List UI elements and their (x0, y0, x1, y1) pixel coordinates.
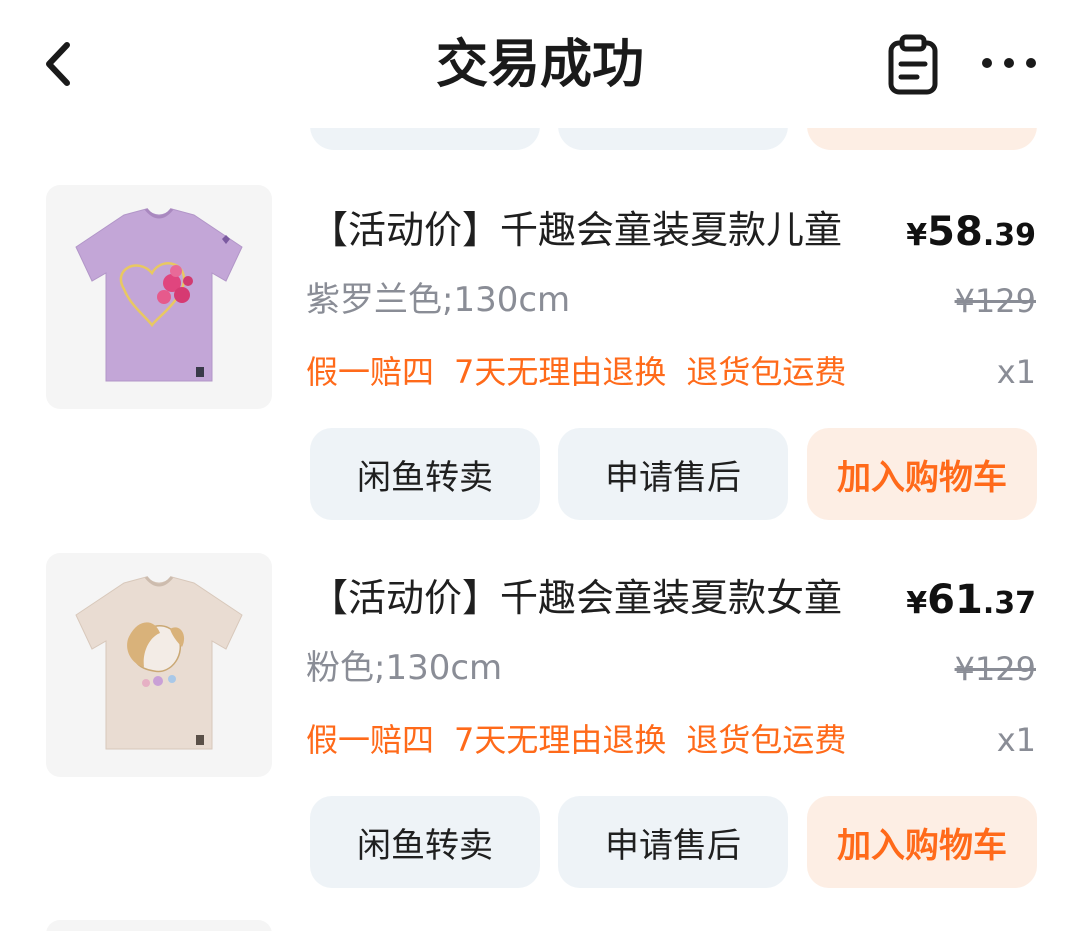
product-price: ¥58.39 (906, 207, 1036, 265)
product-image[interactable] (46, 553, 272, 777)
price-integer: 58 (927, 209, 983, 255)
after-sales-button[interactable]: 申请售后 (558, 796, 788, 888)
after-sales-button[interactable]: 申请售后 (558, 428, 788, 520)
price-currency: ¥ (906, 218, 928, 253)
service-tag: 假一赔四 (306, 353, 435, 391)
next-item-image[interactable] (46, 920, 272, 931)
service-tags: 假一赔四 7天无理由退换 退货包运费 (306, 717, 846, 763)
service-tags: 假一赔四 7天无理由退换 退货包运费 (306, 349, 846, 395)
original-price: ¥129 (954, 282, 1036, 320)
order-detail-button[interactable] (884, 34, 942, 96)
service-tag: 退货包运费 (686, 353, 847, 391)
service-tag: 退货包运费 (686, 721, 847, 759)
price-integer: 61 (927, 577, 983, 623)
more-button[interactable] (976, 46, 1042, 80)
quantity: x1 (996, 721, 1036, 759)
service-tag: 假一赔四 (306, 721, 435, 759)
add-to-cart-button[interactable]: 加入购物车 (807, 428, 1037, 520)
product-variant: 紫罗兰色;130cm (306, 280, 571, 320)
price-decimal: .37 (982, 586, 1036, 621)
product-variant: 粉色;130cm (306, 648, 503, 688)
more-dot (1004, 58, 1014, 68)
more-dot (982, 58, 992, 68)
service-tag: 7天无理由退换 (454, 721, 667, 759)
tshirt-image (75, 208, 243, 382)
product-image[interactable] (46, 185, 272, 409)
more-dot (1026, 58, 1036, 68)
resell-button[interactable]: 闲鱼转卖 (310, 796, 540, 888)
resell-button[interactable]: 闲鱼转卖 (310, 428, 540, 520)
product-title[interactable]: 【活动价】千趣会童装夏款儿童 (310, 205, 842, 255)
item-actions: 闲鱼转卖 申请售后 加入购物车 (310, 796, 1037, 888)
item-actions: 闲鱼转卖 申请售后 加入购物车 (310, 428, 1037, 520)
tshirt-image (75, 576, 243, 750)
product-price: ¥61.37 (906, 575, 1036, 633)
price-currency: ¥ (906, 586, 928, 621)
quantity: x1 (996, 353, 1036, 391)
add-to-cart-button[interactable]: 加入购物车 (807, 796, 1037, 888)
order-item: 【活动价】千趣会童装夏款女童 ¥61.37 粉色;130cm ¥129 假一赔四… (0, 553, 1080, 913)
original-price: ¥129 (954, 650, 1036, 688)
top-bar: 交易成功 (0, 0, 1080, 128)
service-tag: 7天无理由退换 (454, 353, 667, 391)
clipboard-icon (888, 34, 938, 95)
order-item: 【活动价】千趣会童装夏款儿童 ¥58.39 紫罗兰色;130cm ¥129 假一… (0, 185, 1080, 545)
price-decimal: .39 (982, 218, 1036, 253)
product-title[interactable]: 【活动价】千趣会童装夏款女童 (310, 573, 842, 623)
